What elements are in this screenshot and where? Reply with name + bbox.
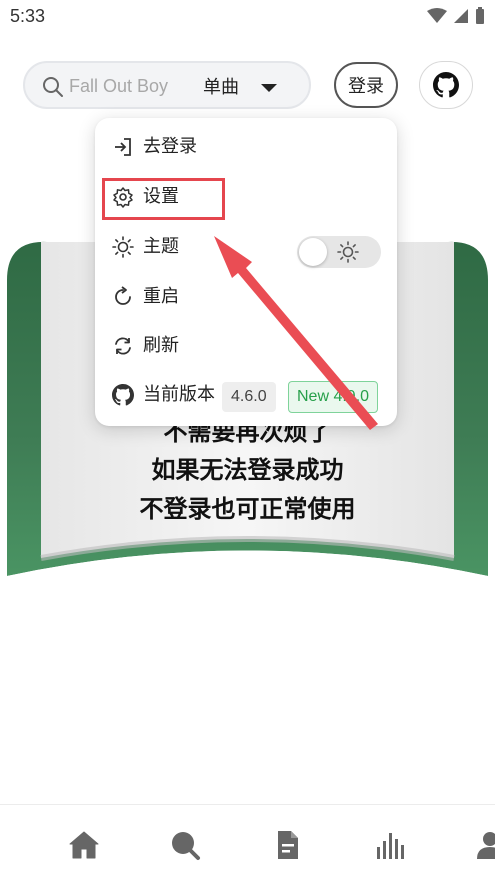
current-version-badge: 4.6.0 — [222, 382, 276, 412]
menu-item-label: 当前版本 — [143, 384, 215, 405]
user-icon — [477, 832, 495, 859]
github-icon — [112, 384, 134, 406]
nav-search[interactable] — [165, 825, 205, 865]
menu-item-theme[interactable]: 主题 — [95, 224, 397, 270]
search-box[interactable]: 单曲 — [23, 61, 311, 109]
status-bar: 5:33 — [0, 0, 495, 34]
menu-item-version[interactable]: 当前版本 4.6.0 New 4.9.0 — [95, 372, 397, 418]
settings-highlight-box — [102, 178, 225, 220]
chevron-down-icon[interactable] — [260, 83, 278, 93]
status-icons — [427, 7, 485, 25]
dropdown-menu: 去登录 设置 主题 重启 刷新 当前版本 4.6.0 New 4.9.0 — [95, 118, 397, 426]
nav-charts[interactable] — [370, 825, 410, 865]
chart-bars-icon — [377, 833, 404, 859]
search-icon — [172, 832, 200, 860]
new-version-badge[interactable]: New 4.9.0 — [288, 381, 379, 413]
nav-home[interactable] — [64, 825, 104, 865]
home-icon — [69, 831, 99, 859]
menu-item-restart[interactable]: 重启 — [95, 274, 397, 320]
restart-icon — [115, 286, 131, 305]
menu-item-label: 主题 — [143, 236, 179, 257]
theme-toggle-knob — [299, 238, 327, 266]
menu-item-label: 去登录 — [143, 136, 197, 157]
bottom-nav — [0, 804, 495, 881]
menu-item-refresh[interactable]: 刷新 — [95, 323, 397, 369]
login-button-label: 登录 — [348, 76, 384, 97]
menu-item-login[interactable]: 去登录 — [95, 124, 397, 170]
menu-item-label: 刷新 — [143, 335, 179, 356]
github-button[interactable] — [419, 61, 473, 109]
login-icon — [115, 138, 131, 156]
banner-text-line-2: 如果无法登录成功 — [151, 456, 344, 484]
document-icon — [278, 831, 298, 859]
search-type-label[interactable]: 单曲 — [203, 73, 239, 99]
search-icon — [43, 77, 63, 97]
login-button[interactable]: 登录 — [334, 62, 398, 108]
status-time: 5:33 — [10, 6, 46, 26]
github-icon — [433, 72, 459, 98]
refresh-icon — [115, 337, 131, 355]
battery-icon — [476, 7, 484, 24]
banner-text-line-3: 不登录也可正常使用 — [139, 495, 356, 523]
menu-item-label: 重启 — [143, 286, 179, 307]
theme-toggle[interactable] — [297, 236, 381, 268]
wifi-icon — [427, 8, 447, 23]
nav-user[interactable] — [470, 825, 495, 865]
sun-icon — [337, 241, 359, 263]
nav-document[interactable] — [267, 825, 307, 865]
search-input[interactable] — [69, 73, 209, 99]
signal-icon — [454, 9, 468, 23]
sun-icon — [112, 236, 134, 258]
